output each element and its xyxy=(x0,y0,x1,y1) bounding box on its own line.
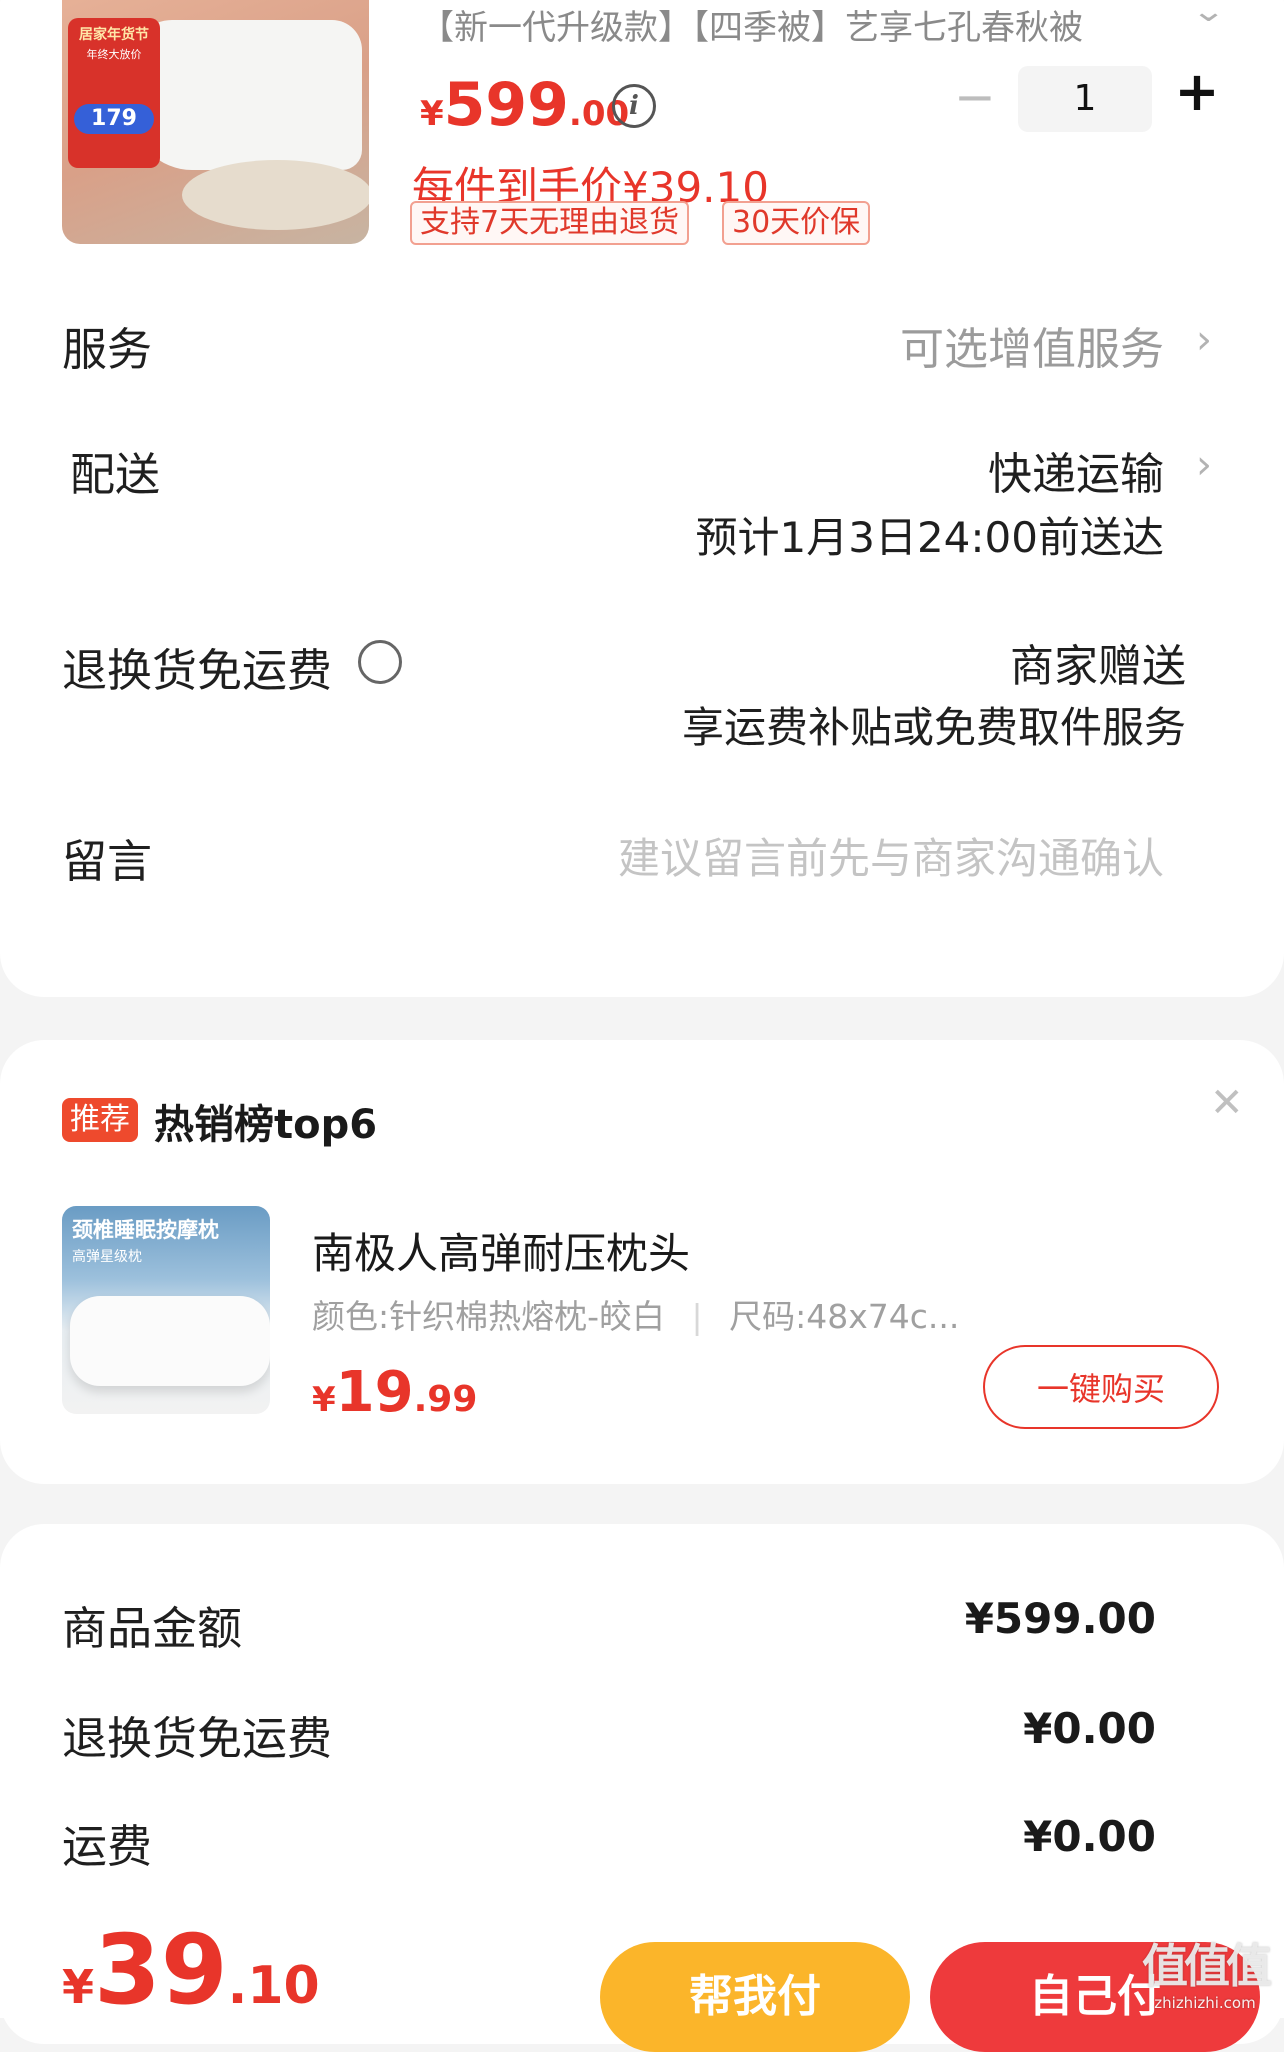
item-image-caption: 颈椎睡眠按摩枕 xyxy=(72,1218,219,1242)
recommend-title: 热销榜top6 xyxy=(154,1102,378,1148)
close-icon[interactable]: ✕ xyxy=(1210,1080,1244,1126)
return-label: 退换货免运费 xyxy=(62,644,333,697)
service-value[interactable]: 可选增值服务 xyxy=(900,313,1164,377)
promo-badge-price: 179 xyxy=(74,104,154,134)
help-pay-button[interactable]: 帮我付 xyxy=(600,1942,910,2052)
item-spec-size: 尺码:48x74c... xyxy=(729,1297,960,1336)
price-int: 599 xyxy=(443,70,569,140)
quilt-shape xyxy=(132,20,362,170)
return-value: 商家赠送 xyxy=(1010,641,1186,692)
recommend-item-name[interactable]: 南极人高弹耐压枕头 xyxy=(312,1220,690,1281)
info-icon[interactable] xyxy=(358,640,402,684)
recommend-badge: 推荐 xyxy=(62,1098,138,1142)
recommend-item-image[interactable]: 颈椎睡眠按摩枕 高弹星级枕 xyxy=(62,1206,270,1414)
promo-badge-sub: 年终大放价 xyxy=(86,48,142,61)
chevron-down-icon[interactable]: ⌄ xyxy=(1191,0,1226,29)
item-image-sub: 高弹星级枕 xyxy=(72,1249,142,1265)
return-fee-label: 退换货免运费 xyxy=(62,1712,333,1765)
product-title[interactable]: 【新一代升级款】【四季被】艺享七孔春秋被 xyxy=(420,0,1140,49)
watermark-logo: 值值值 xyxy=(1142,1939,1272,1993)
return-policy-tag: 支持7天无理由退货 xyxy=(410,201,690,245)
quantity-minus-button[interactable]: − xyxy=(950,68,1000,126)
item-spec-color: 颜色:针织棉热熔枕-皎白 xyxy=(312,1297,666,1336)
shipping-label: 运费 xyxy=(62,1820,153,1873)
checkout-bar: ¥39.10 帮我付 自己付 xyxy=(0,1914,1284,2052)
quantity-plus-button[interactable]: + xyxy=(1172,60,1222,123)
recommend-item-spec: 颜色:针织棉热熔枕-皎白 | 尺码:48x74c... xyxy=(312,1290,959,1338)
total-price: ¥39.10 xyxy=(62,1914,320,2026)
goods-amount-value: ¥599.00 xyxy=(964,1594,1156,1643)
quantity-input[interactable]: 1 xyxy=(1018,66,1152,132)
delivery-value[interactable]: 快递运输 xyxy=(988,438,1164,502)
info-icon[interactable]: i xyxy=(612,84,656,128)
product-card: 居家年货节 年终大放价 179 【新一代升级款】【四季被】艺享七孔春秋被 ⌄ ¥… xyxy=(0,0,1284,997)
total-price-dec: .10 xyxy=(227,1956,320,2016)
pillow-shape xyxy=(70,1296,270,1386)
price-protect-tag: 30天价保 xyxy=(722,201,871,245)
service-label: 服务 xyxy=(62,323,153,376)
item-price-symbol: ¥ xyxy=(312,1380,336,1420)
product-price: ¥599.00 xyxy=(420,70,629,140)
item-price-dec: .99 xyxy=(413,1379,478,1420)
return-desc: 享运费补贴或免费取件服务 xyxy=(681,703,1186,752)
delivery-label: 配送 xyxy=(70,448,161,501)
one-click-buy-button[interactable]: 一键购买 xyxy=(983,1345,1219,1429)
total-price-int: 39 xyxy=(94,1914,228,2026)
shipping-value: ¥0.00 xyxy=(1023,1812,1156,1861)
watermark: 值值值 zhizhizhi.com xyxy=(1130,1930,1280,2012)
recommend-card: 推荐 热销榜top6 ✕ 颈椎睡眠按摩枕 高弹星级枕 南极人高弹耐压枕头 颜色:… xyxy=(0,1040,1284,1484)
item-price-int: 19 xyxy=(335,1360,414,1425)
delivery-eta: 预计1月3日24:00前送达 xyxy=(695,513,1164,562)
total-price-symbol: ¥ xyxy=(62,1960,95,2014)
chevron-right-icon[interactable]: › xyxy=(1196,317,1212,363)
rug-shape xyxy=(182,160,369,230)
goods-amount-label: 商品金额 xyxy=(62,1602,243,1655)
promo-badge: 居家年货节 年终大放价 179 xyxy=(68,18,160,168)
price-symbol: ¥ xyxy=(420,94,444,134)
chevron-right-icon[interactable]: › xyxy=(1196,442,1212,488)
spec-divider: | xyxy=(691,1297,703,1336)
message-label: 留言 xyxy=(62,835,153,888)
return-fee-value: ¥0.00 xyxy=(1023,1704,1156,1753)
promo-badge-title: 居家年货节 xyxy=(79,27,149,43)
message-input[interactable]: 建议留言前先与商家沟通确认 xyxy=(618,825,1164,886)
product-image[interactable]: 居家年货节 年终大放价 179 xyxy=(62,0,369,244)
recommend-item-price: ¥19.99 xyxy=(312,1360,477,1425)
watermark-url: zhizhizhi.com xyxy=(1154,1994,1256,2012)
